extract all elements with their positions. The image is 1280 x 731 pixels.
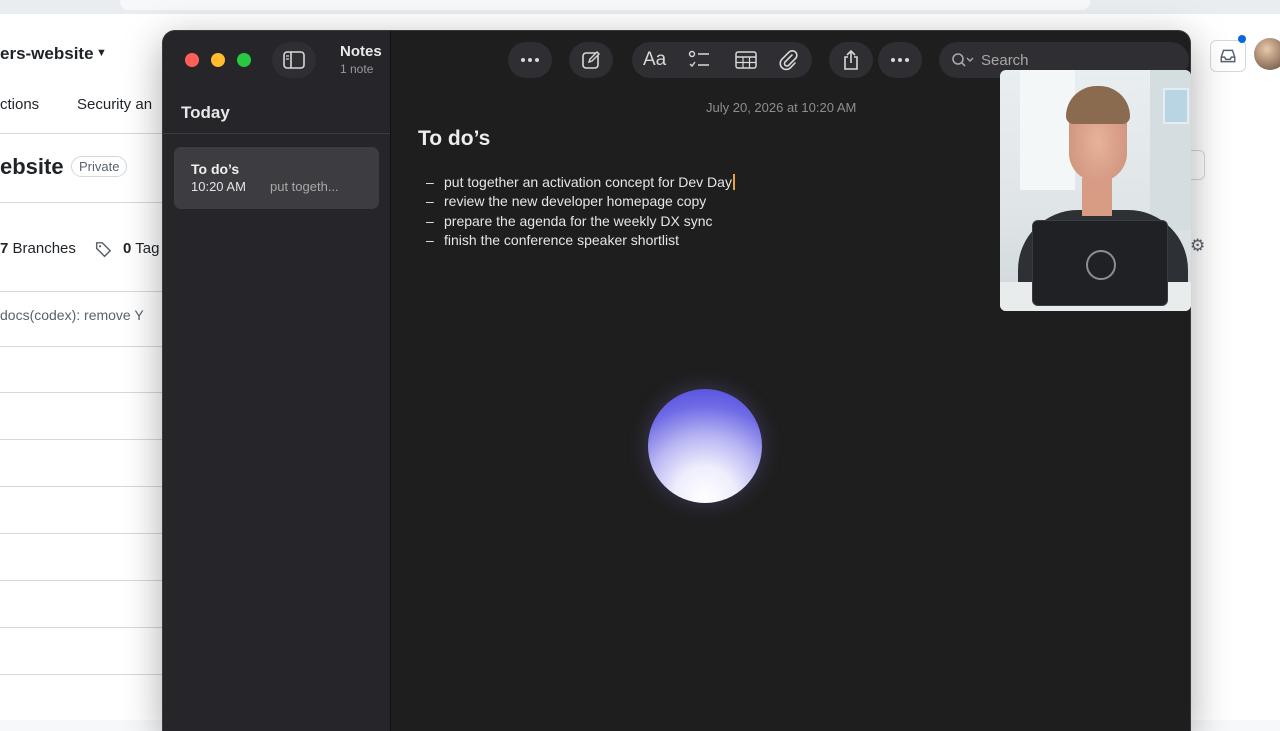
format-text-button[interactable]: Aa — [643, 49, 666, 71]
branches-link[interactable]: 7 Branches — [0, 240, 76, 257]
divider — [0, 202, 165, 203]
attachment-icon[interactable] — [778, 49, 798, 71]
address-bar[interactable] — [120, 0, 1090, 10]
toggle-sidebar-button[interactable] — [272, 42, 316, 78]
sidebar-section-header: Today — [181, 103, 230, 122]
bullet-dash: – — [426, 213, 434, 229]
todo-item-text: prepare the agenda for the weekly DX syn… — [444, 213, 713, 229]
minimize-window-button[interactable] — [211, 53, 225, 67]
more-options-button[interactable] — [508, 42, 552, 78]
app-title: Notes — [340, 43, 382, 60]
avatar[interactable] — [1254, 38, 1280, 70]
note-count: 1 note — [340, 62, 374, 76]
tags-link[interactable]: 0 Tag — [123, 240, 159, 257]
repo-title[interactable]: ebsite — [0, 154, 64, 180]
person-hair — [1066, 86, 1130, 124]
divider — [0, 346, 165, 347]
person-neck — [1082, 178, 1112, 216]
visibility-badge: Private — [71, 156, 128, 177]
divider — [163, 133, 390, 134]
latest-commit-message[interactable]: docs(codex): remove Y — [0, 307, 165, 323]
notes-sidebar — [163, 31, 391, 731]
note-list-item[interactable] — [174, 147, 379, 209]
tags-label: Tag — [135, 240, 160, 257]
branches-count: 7 — [0, 240, 9, 257]
todo-item[interactable]: – finish the conference speaker shortlist — [426, 232, 679, 248]
tag-icon — [95, 242, 112, 258]
file-row[interactable] — [0, 674, 165, 675]
checklist-icon[interactable] — [688, 50, 710, 70]
file-row[interactable] — [0, 627, 165, 628]
browser-top-bar — [0, 0, 1280, 14]
compose-icon — [582, 51, 600, 69]
note-list-item-time: 10:20 AM — [191, 179, 246, 194]
note-list-item-title: To do’s — [191, 161, 240, 177]
bullet-dash: – — [426, 232, 434, 248]
inbox-icon — [1220, 49, 1236, 63]
table-icon[interactable] — [735, 51, 757, 69]
laptop-logo-icon — [1086, 250, 1116, 280]
search-icon — [952, 53, 974, 67]
new-note-button[interactable] — [569, 42, 613, 78]
file-row[interactable] — [0, 392, 165, 393]
inbox-button[interactable] — [1210, 40, 1246, 72]
background-window — [1020, 70, 1075, 190]
file-row[interactable] — [0, 533, 165, 534]
nav-tab-security[interactable]: Security an — [77, 96, 152, 113]
notification-dot — [1238, 35, 1246, 43]
file-row[interactable] — [0, 486, 165, 487]
more-actions-button[interactable] — [878, 42, 922, 78]
todo-item-text: put together an activation concept for D… — [444, 174, 732, 190]
voice-assistant-orb — [648, 389, 762, 503]
note-title[interactable]: To do’s — [418, 127, 490, 151]
webcam-overlay — [1000, 70, 1191, 311]
sidebar-icon — [283, 51, 305, 69]
todo-item[interactable]: – prepare the agenda for the weekly DX sy… — [426, 213, 713, 229]
close-window-button[interactable] — [185, 53, 199, 67]
note-date: July 20, 2026 at 10:20 AM — [706, 100, 857, 115]
note-list-item-snippet: put togeth... — [270, 179, 339, 194]
share-button[interactable] — [829, 42, 873, 78]
zoom-window-button[interactable] — [237, 53, 251, 67]
share-icon — [844, 49, 858, 70]
text-cursor — [732, 174, 735, 190]
repo-name[interactable]: ers-website — [0, 44, 94, 64]
search-placeholder: Search — [981, 52, 1029, 69]
ellipsis-icon — [521, 58, 539, 62]
todo-item-text: finish the conference speaker shortlist — [444, 232, 680, 248]
bullet-dash: – — [426, 174, 434, 190]
todo-item-text: review the new developer homepage copy — [444, 193, 707, 209]
wall-art — [1163, 88, 1189, 124]
divider — [0, 133, 165, 134]
gear-icon[interactable]: ⚙ — [1190, 236, 1205, 256]
file-row[interactable] — [0, 439, 165, 440]
branches-label: Branches — [12, 240, 76, 257]
bullet-dash: – — [426, 193, 434, 209]
ellipsis-icon — [891, 58, 909, 62]
todo-item[interactable]: – review the new developer homepage copy — [426, 193, 706, 209]
tags-count: 0 — [123, 240, 132, 257]
todo-item[interactable]: – put together an activation concept for … — [426, 174, 735, 190]
divider — [0, 291, 165, 292]
nav-tab-actions[interactable]: ctions — [0, 96, 39, 113]
chevron-down-icon[interactable]: ▼ — [96, 47, 107, 59]
file-row[interactable] — [0, 580, 165, 581]
